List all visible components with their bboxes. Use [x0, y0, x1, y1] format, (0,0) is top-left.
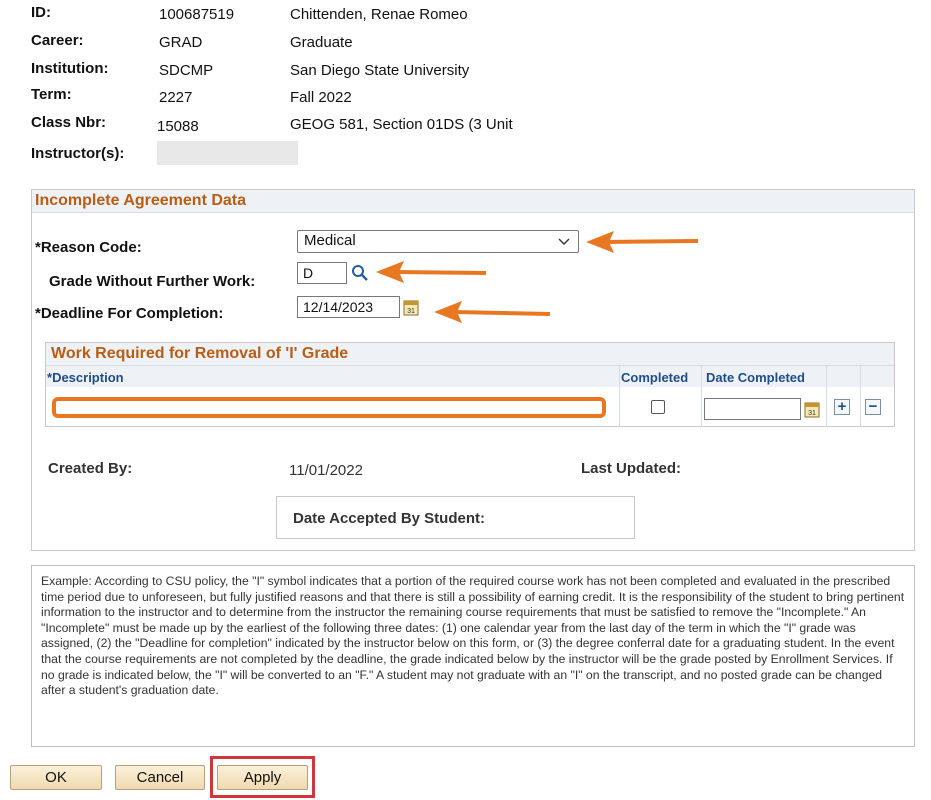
career-desc: Graduate: [290, 34, 353, 51]
column-divider: [701, 365, 702, 427]
delete-row-button[interactable]: −: [865, 399, 881, 415]
chevron-down-icon: [558, 232, 570, 253]
class-nbr-label: Class Nbr:: [31, 114, 107, 131]
reason-code-value: Medical: [304, 232, 356, 249]
created-by-label: Created By:: [48, 460, 133, 477]
id-value: 100687519: [159, 6, 235, 23]
term-desc: Fall 2022: [290, 89, 352, 106]
created-date: 11/01/2022: [289, 462, 363, 479]
reason-code-label: *Reason Code:: [35, 239, 142, 256]
deadline-input[interactable]: 12/14/2023: [297, 296, 400, 318]
deadline-label: *Deadline For Completion:: [35, 305, 224, 322]
grade-input[interactable]: D: [297, 262, 347, 284]
grade-label: Grade Without Further Work:: [49, 273, 256, 290]
policy-text: Example: According to CSU policy, the "I…: [31, 565, 915, 747]
column-divider: [826, 365, 827, 427]
annotation-arrow-icon: [376, 261, 487, 283]
student-name: Chittenden, Renae Romeo: [290, 6, 468, 23]
calendar-icon[interactable]: 31: [804, 401, 820, 423]
last-updated-label: Last Updated:: [581, 460, 682, 477]
date-completed-input[interactable]: [704, 398, 801, 420]
date-accepted-box: Date Accepted By Student:: [276, 496, 635, 539]
column-divider: [860, 365, 861, 427]
svg-text:31: 31: [808, 410, 816, 417]
instructor-label: Instructor(s):: [31, 145, 125, 162]
panel-title: Incomplete Agreement Data: [32, 190, 914, 213]
institution-desc: San Diego State University: [290, 62, 470, 79]
annotation-arrow-icon: [586, 231, 699, 253]
redacted-instructor: [157, 141, 298, 165]
annotation-arrow-icon: [434, 301, 551, 323]
cancel-button[interactable]: Cancel: [115, 765, 205, 790]
career-value: GRAD: [159, 34, 203, 51]
apply-highlight-box: [210, 756, 315, 798]
svg-text:31: 31: [407, 308, 415, 315]
column-divider: [619, 365, 620, 427]
reason-code-select[interactable]: Medical: [297, 230, 579, 253]
work-required-title: Work Required for Removal of 'I' Grade: [46, 343, 894, 365]
add-row-button[interactable]: +: [834, 399, 850, 415]
class-desc: GEOG 581, Section 01DS (3 Unit: [290, 116, 513, 133]
institution-value: SDCMP: [159, 62, 214, 79]
ok-button[interactable]: OK: [10, 765, 102, 790]
class-nbr-value: 15088: [157, 118, 199, 135]
magnifier-icon[interactable]: [350, 263, 370, 288]
description-input[interactable]: [52, 397, 606, 418]
term-value: 2227: [159, 89, 193, 106]
term-label: Term:: [31, 86, 72, 103]
institution-label: Institution:: [31, 60, 109, 77]
calendar-icon[interactable]: 31: [403, 299, 419, 321]
completed-checkbox[interactable]: [651, 400, 665, 414]
grid-header-row: *Description Completed Date Completed: [46, 365, 894, 387]
date-accepted-label: Date Accepted By Student:: [293, 510, 485, 527]
description-column-header: *Description: [47, 370, 124, 385]
date-completed-column-header: Date Completed: [706, 370, 805, 385]
id-label: ID:: [31, 4, 51, 21]
career-label: Career:: [31, 32, 84, 49]
completed-column-header: Completed: [621, 370, 689, 385]
